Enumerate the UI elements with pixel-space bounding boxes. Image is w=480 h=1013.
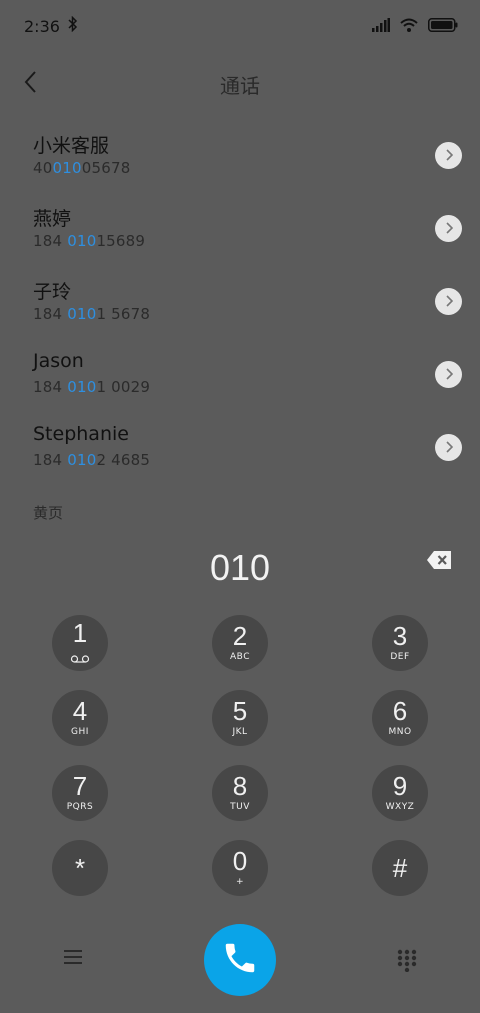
contact-row[interactable]: Stephanie 184 0102 4685 (0, 414, 480, 487)
key-8[interactable]: 8 TUV (212, 765, 268, 821)
chevron-left-icon (23, 70, 37, 98)
contact-name: Jason (33, 350, 84, 372)
contact-detail-button[interactable] (435, 288, 462, 315)
phone-icon (221, 939, 259, 981)
contact-row[interactable]: 燕婷 184 01015689 (0, 195, 480, 268)
status-right (372, 17, 458, 36)
contact-name: 燕婷 (33, 208, 72, 230)
signal-icon (372, 17, 390, 36)
key-5[interactable]: 5 JKL (212, 690, 268, 746)
header: 通话 (0, 62, 480, 106)
key-2[interactable]: 2 ABC (212, 615, 268, 671)
contact-number: 4001005678 (33, 159, 131, 177)
page-title: 通话 (220, 73, 260, 98)
contact-detail-button[interactable] (435, 215, 462, 242)
dialpad-toggle-button[interactable] (396, 948, 418, 973)
battery-icon (428, 17, 458, 36)
contact-detail-button[interactable] (435, 434, 462, 461)
status-time: 2:36 (24, 16, 60, 36)
key-9[interactable]: 9 WXYZ (372, 765, 428, 821)
contact-name: Stephanie (33, 423, 129, 445)
contact-number: 184 0101 0029 (33, 378, 151, 396)
yellow-pages-label[interactable]: 黄页 (33, 502, 63, 523)
key-4[interactable]: 4 GHI (52, 690, 108, 746)
match-highlight: 010 (67, 451, 97, 469)
contact-detail-button[interactable] (435, 361, 462, 388)
bottom-bar (0, 924, 480, 996)
contact-row[interactable]: Jason 184 0101 0029 (0, 341, 480, 414)
dial-entry: 010 (0, 540, 480, 596)
chevron-right-icon (445, 365, 453, 384)
contact-name: 小米客服 (33, 135, 110, 157)
status-bar: 2:36 (0, 0, 480, 52)
chevron-right-icon (445, 438, 453, 457)
back-button[interactable] (14, 68, 46, 100)
call-button[interactable] (204, 924, 276, 996)
backspace-icon (426, 551, 452, 574)
contact-row[interactable]: 子玲 184 0101 5678 (0, 268, 480, 341)
match-highlight: 010 (67, 378, 97, 396)
key-hash[interactable]: # (372, 840, 428, 896)
status-left: 2:36 (24, 15, 78, 36)
wifi-icon (400, 17, 418, 36)
match-highlight: 010 (67, 232, 97, 250)
match-highlight: 010 (67, 305, 97, 323)
menu-button[interactable] (62, 948, 84, 970)
delete-button[interactable] (426, 550, 452, 570)
contact-number: 184 0101 5678 (33, 305, 151, 323)
key-7[interactable]: 7 PQRS (52, 765, 108, 821)
key-6[interactable]: 6 MNO (372, 690, 428, 746)
contact-name: 子玲 (33, 281, 72, 303)
chevron-right-icon (445, 292, 453, 311)
contact-number: 184 0102 4685 (33, 451, 151, 469)
contact-row[interactable]: 小米客服 4001005678 (0, 122, 480, 195)
voicemail-icon (70, 648, 90, 667)
match-highlight: 010 (52, 159, 82, 177)
bluetooth-icon (68, 15, 78, 36)
dialpad-icon (396, 949, 418, 976)
key-3[interactable]: 3 DEF (372, 615, 428, 671)
key-star[interactable]: * (52, 840, 108, 896)
dialed-number[interactable]: 010 (210, 547, 270, 589)
contact-number: 184 01015689 (33, 232, 146, 250)
contact-detail-button[interactable] (435, 142, 462, 169)
hamburger-icon (62, 950, 84, 970)
search-results-list: 小米客服 4001005678 燕婷 184 01015689 子玲 184 0… (0, 122, 480, 487)
key-0[interactable]: 0 + (212, 840, 268, 896)
chevron-right-icon (445, 146, 453, 165)
key-1[interactable]: 1 (52, 615, 108, 671)
chevron-right-icon (445, 219, 453, 238)
